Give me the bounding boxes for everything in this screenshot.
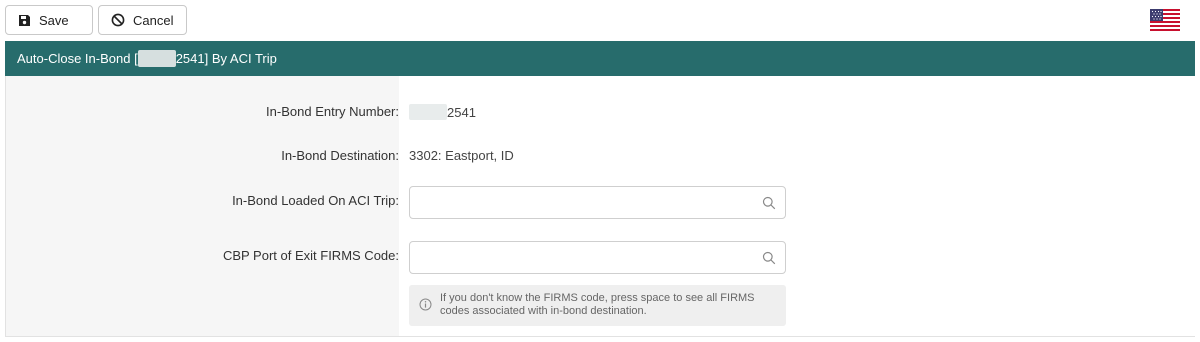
cancel-button[interactable]: Cancel <box>98 5 187 35</box>
us-flag-icon[interactable] <box>1150 9 1180 33</box>
firms-code-field[interactable] <box>409 241 786 274</box>
save-label: Save <box>39 12 69 28</box>
info-icon <box>419 298 432 314</box>
header-title-suffix: 2541] By ACI Trip <box>175 51 277 66</box>
firms-code-label: CBP Port of Exit FIRMS Code: <box>222 248 399 263</box>
save-button[interactable]: Save <box>5 5 93 35</box>
cancel-label: Cancel <box>133 12 174 28</box>
toolbar: Save Cancel <box>0 0 1200 41</box>
firms-code-hint: If you don't know the FIRMS code, press … <box>409 285 786 326</box>
destination-value: 3302: Eastport, ID <box>409 148 514 163</box>
ban-icon <box>111 13 125 27</box>
entry-number-suffix: 2541 <box>447 105 476 120</box>
redacted-segment <box>409 104 447 120</box>
entry-number-value: 2541 <box>409 104 476 120</box>
aci-trip-field[interactable] <box>409 186 786 219</box>
aci-trip-label: In-Bond Loaded On ACI Trip: <box>232 193 399 208</box>
destination-label: In-Bond Destination: <box>281 148 399 163</box>
panel-body: In-Bond Entry Number: 2541 In-Bond Desti… <box>5 76 1195 337</box>
header-title-prefix: Auto-Close In-Bond [ <box>17 51 138 66</box>
panel-header: Auto-Close In-Bond [ 2541] By ACI Trip <box>5 41 1195 76</box>
floppy-disk-icon <box>18 14 31 27</box>
aci-trip-input[interactable] <box>410 187 750 218</box>
entry-number-label: In-Bond Entry Number: <box>266 104 399 119</box>
hint-text: If you don't know the FIRMS code, press … <box>440 292 755 317</box>
firms-code-input[interactable] <box>410 242 750 273</box>
search-icon[interactable] <box>762 251 776 268</box>
search-icon[interactable] <box>762 196 776 213</box>
redacted-segment <box>137 50 176 67</box>
